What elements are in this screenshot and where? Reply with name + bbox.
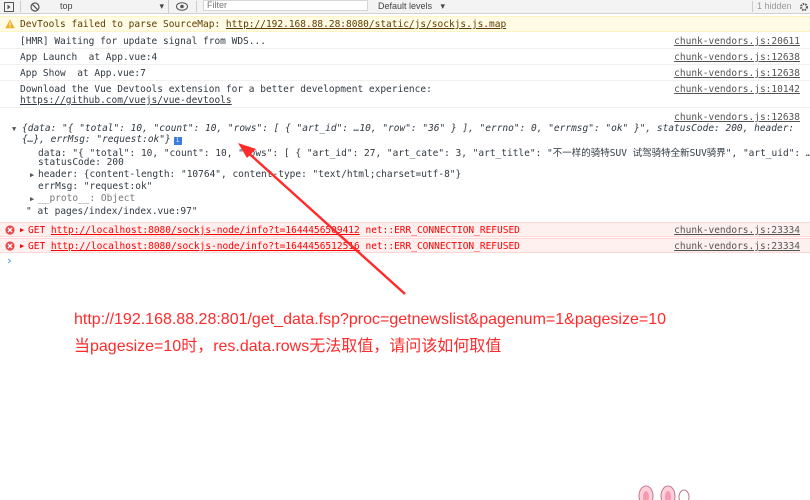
console-log-row: [HMR] Waiting for update signal from WDS… — [0, 34, 810, 49]
info-icon: i — [173, 137, 182, 145]
warning-text: DevTools failed to parse SourceMap: — [20, 19, 226, 30]
warning-message: DevTools failed to parse SourceMap: http… — [20, 19, 506, 30]
error-message: GET http://localhost:8080/sockjs-node/in… — [28, 241, 520, 252]
proto-property[interactable]: __proto__: Object — [38, 193, 135, 204]
console-log-row: Download the Vue Devtools extension for … — [0, 82, 810, 108]
warning-icon — [5, 19, 15, 32]
object-summary[interactable]: {data: "{ "total": 10, "count": 10, "row… — [22, 123, 794, 134]
log-message: Download the Vue Devtools extension for … — [20, 84, 432, 95]
object-summary-end: {…}, errMsg: "request:ok"} — [22, 134, 171, 145]
cartoon-decoration-icon — [638, 485, 690, 500]
prompt-chevron-icon: › — [6, 254, 13, 267]
log-message: [HMR] Waiting for update signal from WDS… — [20, 36, 266, 47]
source-link[interactable]: chunk-vendors.js:12638 — [674, 112, 800, 123]
sidebar-toggle-icon[interactable] — [4, 0, 14, 13]
log-message: App Show at App.vue:7 — [20, 68, 146, 79]
header-property[interactable]: header: {content-length: "10764", conten… — [38, 169, 461, 180]
expand-triangle-icon[interactable]: ▶ — [30, 195, 34, 203]
chevron-down-icon: ▾ — [159, 1, 164, 11]
log-location: " at pages/index/index.vue:97" — [26, 206, 198, 217]
console-object-row: chunk-vendors.js:12638 ▼ {data: "{ "tota… — [0, 110, 810, 220]
console-toolbar: top ▾ Default levels ▾ 1 hidden — [0, 0, 810, 14]
log-message: App Launch at App.vue:4 — [20, 52, 158, 63]
source-link[interactable]: chunk-vendors.js:12638 — [674, 52, 800, 63]
error-icon — [5, 225, 15, 238]
errmsg-property: errMsg: "request:ok" — [38, 181, 153, 192]
expand-triangle-icon[interactable]: ▶ — [20, 226, 24, 234]
settings-gear-icon[interactable] — [799, 0, 809, 13]
error-message: GET http://localhost:8080/sockjs-node/in… — [28, 225, 520, 236]
request-link[interactable]: http://localhost:8080/sockjs-node/info?t… — [51, 241, 360, 252]
console-error-row: ▶ GET http://localhost:8080/sockjs-node/… — [0, 238, 810, 253]
expand-triangle-icon[interactable]: ▶ — [20, 242, 24, 250]
log-levels-dropdown[interactable]: Default levels ▾ — [378, 0, 478, 13]
object-summary-cont: {…}, errMsg: "request:ok"} i — [22, 134, 182, 145]
error-text: net::ERR_CONNECTION_REFUSED — [359, 241, 520, 252]
error-icon — [5, 241, 15, 254]
source-link[interactable]: chunk-vendors.js:10142 — [674, 84, 800, 95]
request-link[interactable]: http://localhost:8080/sockjs-node/info?t… — [51, 225, 360, 236]
expand-triangle-icon[interactable]: ▶ — [30, 171, 34, 179]
hidden-count: 1 hidden — [757, 1, 792, 11]
console-warning-row: DevTools failed to parse SourceMap: http… — [0, 16, 810, 32]
log-levels-label: Default levels — [378, 1, 433, 11]
toolbar-divider — [196, 1, 197, 12]
context-selector-label: top — [60, 1, 73, 11]
annotation-question-text: 当pagesize=10时，res.data.rows无法取值，请问该如何取值 — [74, 338, 502, 355]
eye-icon[interactable] — [176, 0, 188, 13]
source-link[interactable]: chunk-vendors.js:23334 — [674, 241, 800, 252]
status-code-property: statusCode: 200 — [38, 157, 124, 168]
context-selector[interactable]: top ▾ — [56, 0, 169, 13]
clear-console-icon[interactable] — [30, 0, 40, 13]
data-property: data: "{ "total": 10, "count": 10, "rows… — [38, 148, 810, 159]
console-prompt[interactable]: › — [0, 254, 810, 268]
source-link[interactable]: chunk-vendors.js:23334 — [674, 225, 800, 236]
vue-devtools-link[interactable]: https://github.com/vuejs/vue-devtools — [20, 95, 232, 106]
console-log-row: App Launch at App.vue:4 chunk-vendors.js… — [0, 50, 810, 65]
http-method: GET — [28, 225, 51, 236]
source-link[interactable]: chunk-vendors.js:12638 — [674, 68, 800, 79]
source-link[interactable]: chunk-vendors.js:20611 — [674, 36, 800, 47]
error-text: net::ERR_CONNECTION_REFUSED — [359, 225, 520, 236]
console-log-row: App Show at App.vue:7 chunk-vendors.js:1… — [0, 66, 810, 81]
toolbar-divider — [20, 1, 21, 12]
console-error-row: ▶ GET http://localhost:8080/sockjs-node/… — [0, 222, 810, 237]
http-method: GET — [28, 241, 51, 252]
expand-triangle-icon[interactable]: ▼ — [12, 125, 16, 133]
annotation-url-text: http://192.168.88.28:801/get_data.fsp?pr… — [74, 311, 667, 328]
toolbar-divider — [752, 1, 753, 12]
chevron-down-icon: ▾ — [440, 1, 446, 11]
filter-input[interactable] — [203, 0, 368, 11]
sourcemap-link[interactable]: http://192.168.88.28:8080/static/js/sock… — [226, 19, 506, 30]
